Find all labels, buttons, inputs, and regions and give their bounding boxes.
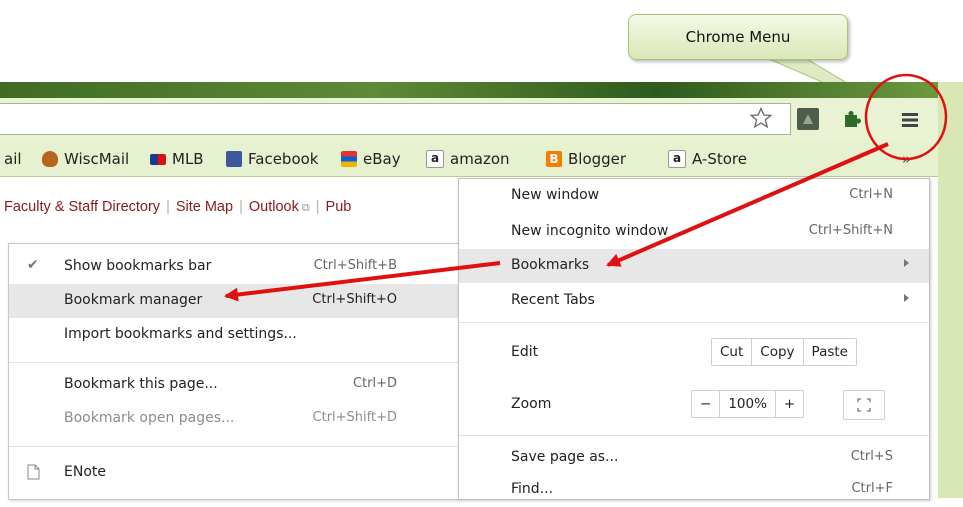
bookmark-wiscmail[interactable]: WiscMail: [42, 150, 129, 168]
bookmark-amazon[interactable]: a amazon: [426, 150, 510, 168]
theme-strip: [0, 82, 938, 98]
separator: [9, 362, 459, 363]
site-links: Faculty & Staff Directory | Site Map | Outlo…: [4, 199, 352, 215]
separator: [9, 446, 459, 447]
puzzle-icon[interactable]: [838, 106, 864, 132]
link-outlook[interactable]: Outlook: [249, 199, 299, 215]
chrome-menu: New window Ctrl+N New incognito window C…: [458, 178, 930, 500]
link-faculty-directory[interactable]: Faculty & Staff Directory: [4, 199, 160, 215]
paste-button[interactable]: Paste: [804, 339, 856, 365]
extension-icon[interactable]: [797, 108, 819, 130]
zoom-level: 100%: [720, 391, 776, 417]
bookmark-facebook[interactable]: Facebook: [226, 150, 318, 168]
show-bookmarks-bar-item[interactable]: ✔ Show bookmarks bar Ctrl+Shift+B: [9, 250, 459, 284]
address-bar[interactable]: [0, 103, 791, 135]
edit-row: Edit Cut Copy Paste: [459, 333, 929, 371]
check-icon: ✔: [27, 257, 39, 273]
page-icon: [27, 464, 40, 480]
star-icon[interactable]: [749, 106, 773, 130]
bookmark-mail[interactable]: ail: [4, 150, 22, 168]
cut-button[interactable]: Cut: [712, 339, 753, 365]
callout-label: Chrome Menu: [628, 14, 848, 60]
bookmark-ebay[interactable]: eBay: [341, 150, 401, 168]
fullscreen-icon: [857, 398, 871, 412]
bookmark-blogger[interactable]: B Blogger: [546, 150, 626, 168]
zoom-row: Zoom − 100% +: [459, 385, 929, 423]
zoom-out-button[interactable]: −: [692, 391, 721, 417]
blogger-icon: B: [546, 151, 562, 167]
bookmarks-overflow-button[interactable]: »: [902, 150, 911, 168]
separator: [459, 435, 929, 436]
zoom-in-button[interactable]: +: [776, 391, 803, 417]
zoom-controls: − 100% +: [691, 390, 805, 418]
link-site-map[interactable]: Site Map: [176, 199, 233, 215]
edit-buttons: Cut Copy Paste: [711, 338, 857, 366]
bookmarks-submenu: ✔ Show bookmarks bar Ctrl+Shift+B Bookma…: [8, 243, 460, 500]
bookmarks-bar: ail WiscMail MLB Facebook eBay a amazon B…: [0, 142, 938, 177]
callout-text: Chrome Menu: [685, 28, 791, 46]
new-window-item[interactable]: New window Ctrl+N: [459, 179, 929, 213]
bookmark-manager-item[interactable]: Bookmark manager Ctrl+Shift+O: [9, 284, 459, 318]
ebay-icon: [341, 151, 357, 167]
bookmark-mlb[interactable]: MLB: [150, 150, 204, 168]
bookmarks-item[interactable]: Bookmarks: [459, 249, 929, 283]
hamburger-menu-icon: [902, 113, 918, 127]
submenu-arrow-icon: [904, 259, 909, 267]
chrome-menu-button[interactable]: [892, 104, 928, 136]
wiscmail-icon: [42, 151, 58, 167]
bookmark-a-store[interactable]: a A-Store: [668, 150, 747, 168]
copy-button[interactable]: Copy: [752, 339, 804, 365]
bookmark-open-pages-item: Bookmark open pages... Ctrl+Shift+D: [64, 410, 397, 426]
mlb-icon: [150, 153, 166, 165]
link-pub[interactable]: Pub: [326, 199, 352, 215]
amazon-store-icon: a: [668, 150, 686, 168]
page-content: Faculty & Staff Directory | Site Map | Outlo…: [0, 178, 458, 234]
amazon-icon: a: [426, 150, 444, 168]
submenu-arrow-icon: [904, 294, 909, 302]
bookmark-enote-item[interactable]: ENote: [9, 456, 459, 490]
window-frame: [938, 82, 963, 498]
facebook-icon: [226, 151, 242, 167]
separator: [459, 322, 929, 323]
fullscreen-button[interactable]: [843, 390, 885, 420]
find-item[interactable]: Find... Ctrl+F: [459, 473, 929, 507]
import-bookmarks-item[interactable]: Import bookmarks and settings...: [9, 318, 459, 352]
external-link-icon: ⧉: [298, 202, 310, 214]
recent-tabs-item[interactable]: Recent Tabs: [459, 284, 929, 318]
new-incognito-window-item[interactable]: New incognito window Ctrl+Shift+N: [459, 215, 929, 249]
bookmark-this-page-item[interactable]: Bookmark this page... Ctrl+D: [9, 368, 459, 402]
save-page-item[interactable]: Save page as... Ctrl+S: [459, 441, 929, 475]
